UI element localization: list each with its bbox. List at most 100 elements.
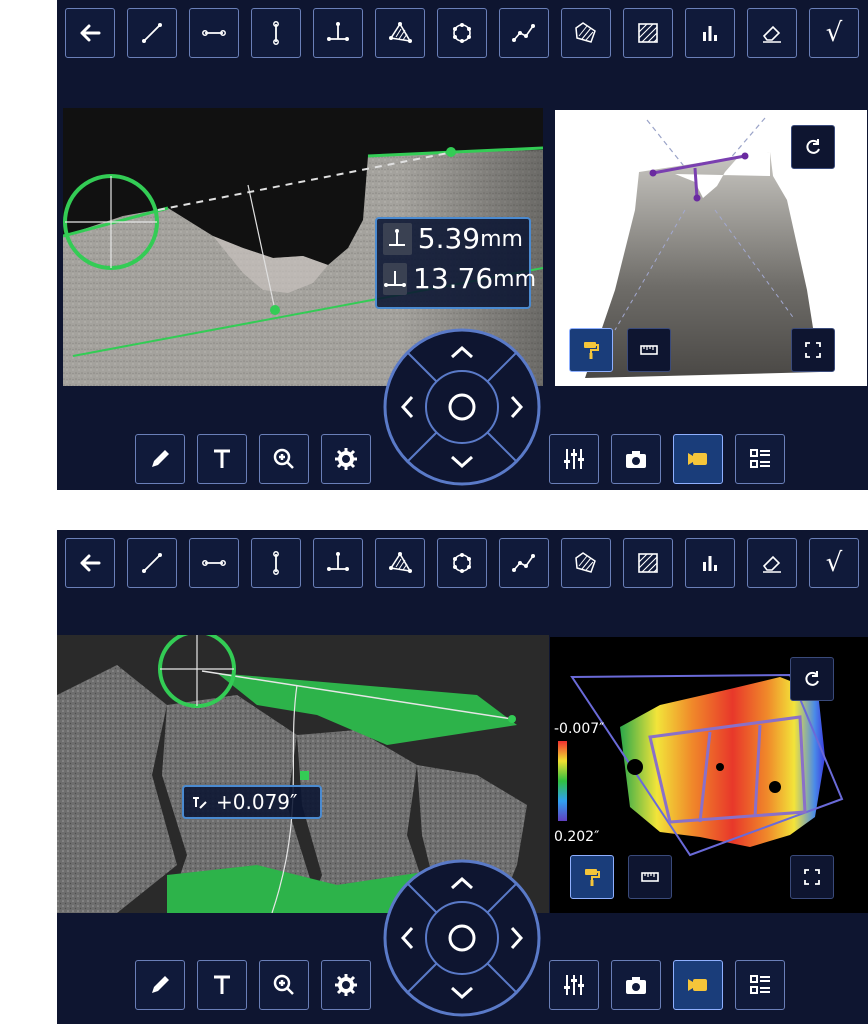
settings-gear-icon xyxy=(335,974,357,996)
depth-button[interactable] xyxy=(251,538,301,588)
ruler-button[interactable] xyxy=(628,855,672,899)
confirm-button[interactable]: √ xyxy=(809,538,859,588)
text-button[interactable] xyxy=(197,434,247,484)
back-arrow-icon xyxy=(80,554,101,572)
depth-value: 5.39 xyxy=(417,222,481,255)
length-icon xyxy=(202,560,226,566)
navigation-dpad[interactable] xyxy=(382,327,542,487)
depth-unit: mm xyxy=(480,226,523,252)
legend-top-value: -0.007″ xyxy=(554,721,605,737)
ruler-icon xyxy=(640,345,658,355)
camera-icon xyxy=(626,451,646,468)
depth-button[interactable] xyxy=(251,8,301,58)
video-record-icon xyxy=(688,453,707,465)
depth-icon xyxy=(383,223,412,255)
record-button[interactable] xyxy=(673,434,723,484)
circle-gauge-button[interactable] xyxy=(437,538,487,588)
depth-profile-button[interactable] xyxy=(313,538,363,588)
back-button[interactable] xyxy=(65,538,115,588)
triangle-area-button[interactable] xyxy=(375,538,425,588)
menu-list-icon xyxy=(750,449,770,468)
menu-button[interactable] xyxy=(735,960,785,1010)
depth-profile-icon xyxy=(193,797,207,809)
area-depth-button[interactable] xyxy=(561,538,611,588)
3d-heatmap-view[interactable]: -0.007″ 0.202″ xyxy=(550,637,868,913)
length-value: 13.76 xyxy=(413,262,494,295)
snapshot-button[interactable] xyxy=(611,434,661,484)
hatched-area-button[interactable] xyxy=(623,8,673,58)
multi-segment-button[interactable] xyxy=(499,538,549,588)
fullscreen-button[interactable] xyxy=(791,328,835,372)
bar-chart-icon xyxy=(703,556,717,571)
ruler-button[interactable] xyxy=(627,328,671,372)
zoom-icon xyxy=(273,448,294,469)
eraser-icon xyxy=(762,555,781,573)
circle-gauge-button[interactable] xyxy=(437,8,487,58)
paint-roller-button[interactable] xyxy=(569,328,613,372)
navigation-dpad[interactable] xyxy=(382,858,542,1018)
back-button[interactable] xyxy=(65,8,115,58)
hatched-area-button[interactable] xyxy=(623,538,673,588)
checkmark-icon: √ xyxy=(825,18,843,48)
adjust-sliders-icon xyxy=(564,449,584,469)
point-to-point-icon xyxy=(142,23,162,43)
depth-profile-icon xyxy=(383,263,407,295)
record-button[interactable] xyxy=(673,960,723,1010)
draw-button[interactable] xyxy=(135,434,185,484)
paint-roller-button[interactable] xyxy=(570,855,614,899)
rotate-view-button[interactable] xyxy=(790,657,834,701)
length-button[interactable] xyxy=(189,538,239,588)
3d-point-cloud-view[interactable] xyxy=(555,110,867,386)
hatched-area-icon xyxy=(638,23,658,43)
pencil-icon xyxy=(152,450,169,467)
settings-button[interactable] xyxy=(321,960,371,1010)
settings-button[interactable] xyxy=(321,434,371,484)
length-icon xyxy=(202,30,226,36)
depth-profile-icon xyxy=(327,22,349,41)
length-unit: mm xyxy=(493,266,537,292)
rotate-view-button[interactable] xyxy=(791,125,835,169)
menu-button[interactable] xyxy=(735,434,785,484)
depth-profile-button[interactable] xyxy=(313,8,363,58)
depth-profile-icon xyxy=(327,552,349,571)
point-to-point-icon xyxy=(142,553,162,573)
point-to-point-button[interactable] xyxy=(127,8,177,58)
zoom-button[interactable] xyxy=(259,960,309,1010)
bar-chart-button[interactable] xyxy=(685,8,735,58)
circle-gauge-icon xyxy=(453,553,471,573)
bar-chart-button[interactable] xyxy=(685,538,735,588)
paint-roller-icon xyxy=(584,342,599,359)
adjust-sliders-icon xyxy=(564,975,584,995)
eraser-icon xyxy=(762,25,781,43)
measurement-readout: +0.079″ xyxy=(182,785,322,819)
zoom-button[interactable] xyxy=(259,434,309,484)
bar-chart-icon xyxy=(703,26,717,41)
multi-segment-button[interactable] xyxy=(499,8,549,58)
camera-icon xyxy=(626,977,646,994)
multi-segment-icon xyxy=(512,24,535,42)
eraser-button[interactable] xyxy=(747,8,797,58)
video-record-icon xyxy=(688,979,707,991)
area-depth-button[interactable] xyxy=(561,8,611,58)
depth-readout-row: 5.39 mm xyxy=(377,219,529,259)
ruler-icon xyxy=(641,872,659,882)
adjust-button[interactable] xyxy=(549,960,599,1010)
point-to-point-button[interactable] xyxy=(127,538,177,588)
measurement-panel-2: √ +0.079″ -0.007″ 0.202″ xyxy=(57,530,868,1024)
zoom-icon xyxy=(273,974,294,995)
confirm-button[interactable]: √ xyxy=(809,8,859,58)
measurement-panel-1: √ 5.39 mm 13.76 mm xyxy=(57,0,868,490)
area-depth-icon xyxy=(575,22,596,43)
snapshot-button[interactable] xyxy=(611,960,661,1010)
triangle-area-button[interactable] xyxy=(375,8,425,58)
eraser-button[interactable] xyxy=(747,538,797,588)
toolbar: √ xyxy=(57,530,868,600)
text-button[interactable] xyxy=(197,960,247,1010)
draw-button[interactable] xyxy=(135,960,185,1010)
length-button[interactable] xyxy=(189,8,239,58)
toolbar: √ xyxy=(57,0,868,70)
refresh-icon xyxy=(805,671,819,686)
fullscreen-button[interactable] xyxy=(790,855,834,899)
adjust-button[interactable] xyxy=(549,434,599,484)
area-icon xyxy=(389,22,412,43)
